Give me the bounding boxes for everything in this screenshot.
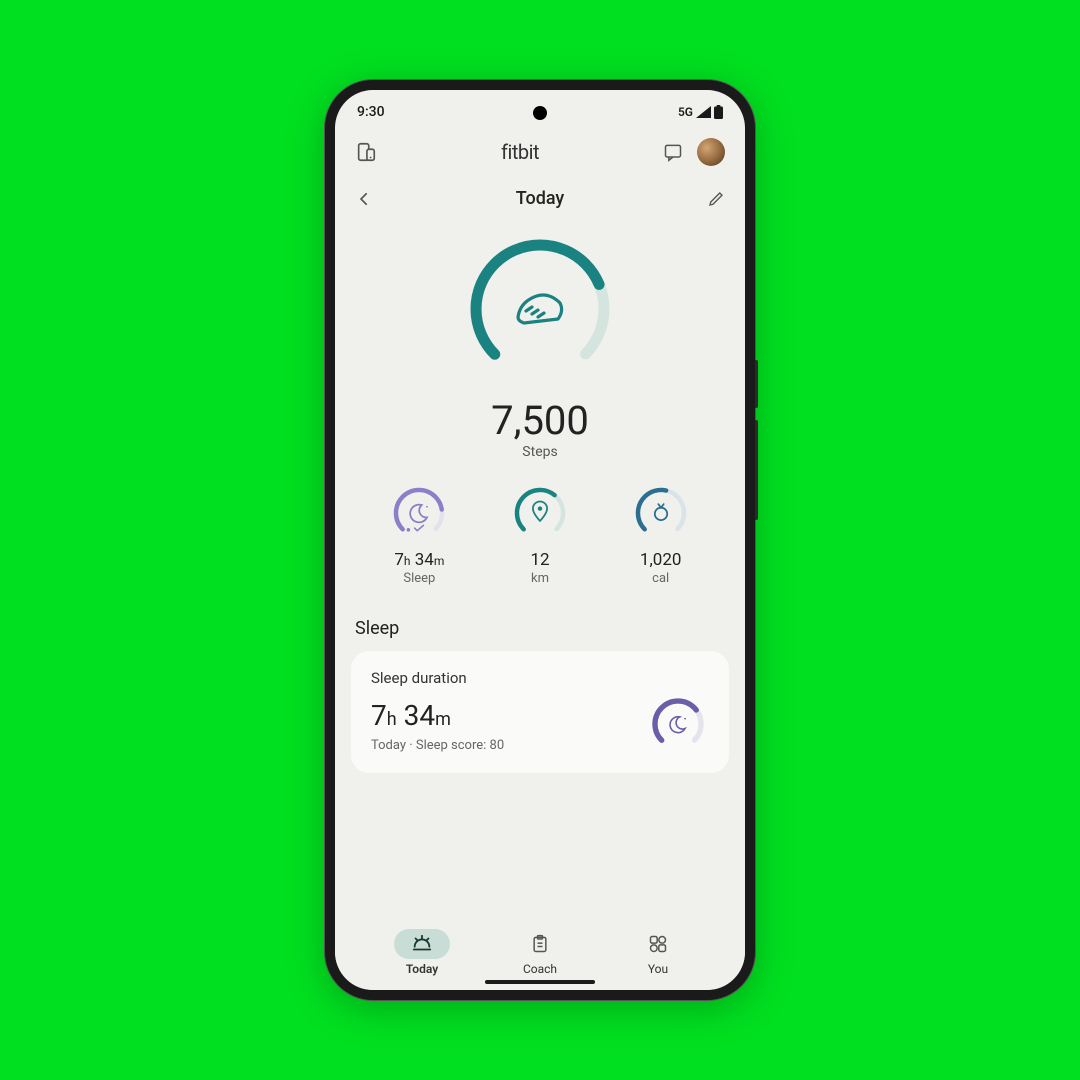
steps-ring[interactable] — [351, 229, 729, 389]
home-indicator[interactable] — [485, 980, 595, 984]
calories-stat[interactable]: 1,020 cal — [600, 482, 721, 586]
back-button[interactable] — [355, 190, 373, 208]
flame-icon — [654, 504, 666, 520]
moon-icon — [670, 717, 686, 733]
edit-button[interactable] — [707, 190, 725, 208]
distance-stat[interactable]: 12 km — [480, 482, 601, 586]
nav-you[interactable]: You — [599, 929, 717, 976]
sleep-section-title: Sleep — [355, 618, 725, 639]
steps-label: Steps — [351, 444, 729, 460]
status-indicators: 5G — [678, 105, 723, 119]
battery-icon — [714, 105, 723, 119]
sleep-value: 7h 34m — [394, 550, 444, 570]
calories-value: 1,020 — [640, 550, 682, 570]
status-time: 9:30 — [357, 104, 385, 120]
phone-screen: 9:30 5G fitbit — [335, 90, 745, 990]
grid-icon — [648, 934, 668, 954]
chat-icon[interactable] — [663, 142, 683, 162]
distance-value: 12 — [530, 550, 549, 570]
phone-frame: 9:30 5G fitbit — [325, 80, 755, 1000]
devices-icon[interactable] — [355, 141, 377, 163]
mini-stats-row: 7h 34m Sleep 12 km — [351, 482, 729, 586]
nav-coach-label: Coach — [523, 962, 557, 976]
pin-icon — [533, 501, 547, 520]
sleep-stat[interactable]: 7h 34m Sleep — [359, 482, 480, 586]
network-label: 5G — [678, 105, 693, 119]
main-content[interactable]: 7,500 Steps 7h 34m Sleep — [335, 225, 745, 919]
sub-header: Today — [335, 178, 745, 225]
moon-icon — [411, 505, 429, 523]
nav-today-label: Today — [406, 962, 438, 976]
shoe-icon — [518, 295, 562, 323]
sleep-label: Sleep — [403, 571, 435, 586]
sleep-card-title: Sleep duration — [371, 669, 709, 687]
app-header: fitbit — [335, 126, 745, 178]
front-camera — [533, 106, 547, 120]
signal-icon — [696, 106, 711, 118]
distance-label: km — [531, 571, 549, 586]
page-title: Today — [516, 188, 565, 209]
steps-value: 7,500 — [351, 397, 729, 444]
clipboard-icon — [530, 934, 550, 954]
sleep-duration-card[interactable]: Sleep duration 7h 34m Today · Sleep scor… — [351, 651, 729, 773]
nav-coach[interactable]: Coach — [481, 929, 599, 976]
volume-button[interactable] — [755, 360, 758, 408]
sleep-card-ring — [647, 693, 709, 755]
nav-today[interactable]: Today — [363, 929, 481, 976]
avatar[interactable] — [697, 138, 725, 166]
app-title: fitbit — [501, 140, 539, 164]
power-button[interactable] — [755, 420, 758, 520]
sun-icon — [411, 933, 433, 955]
calories-label: cal — [652, 571, 669, 586]
nav-you-label: You — [648, 962, 668, 976]
